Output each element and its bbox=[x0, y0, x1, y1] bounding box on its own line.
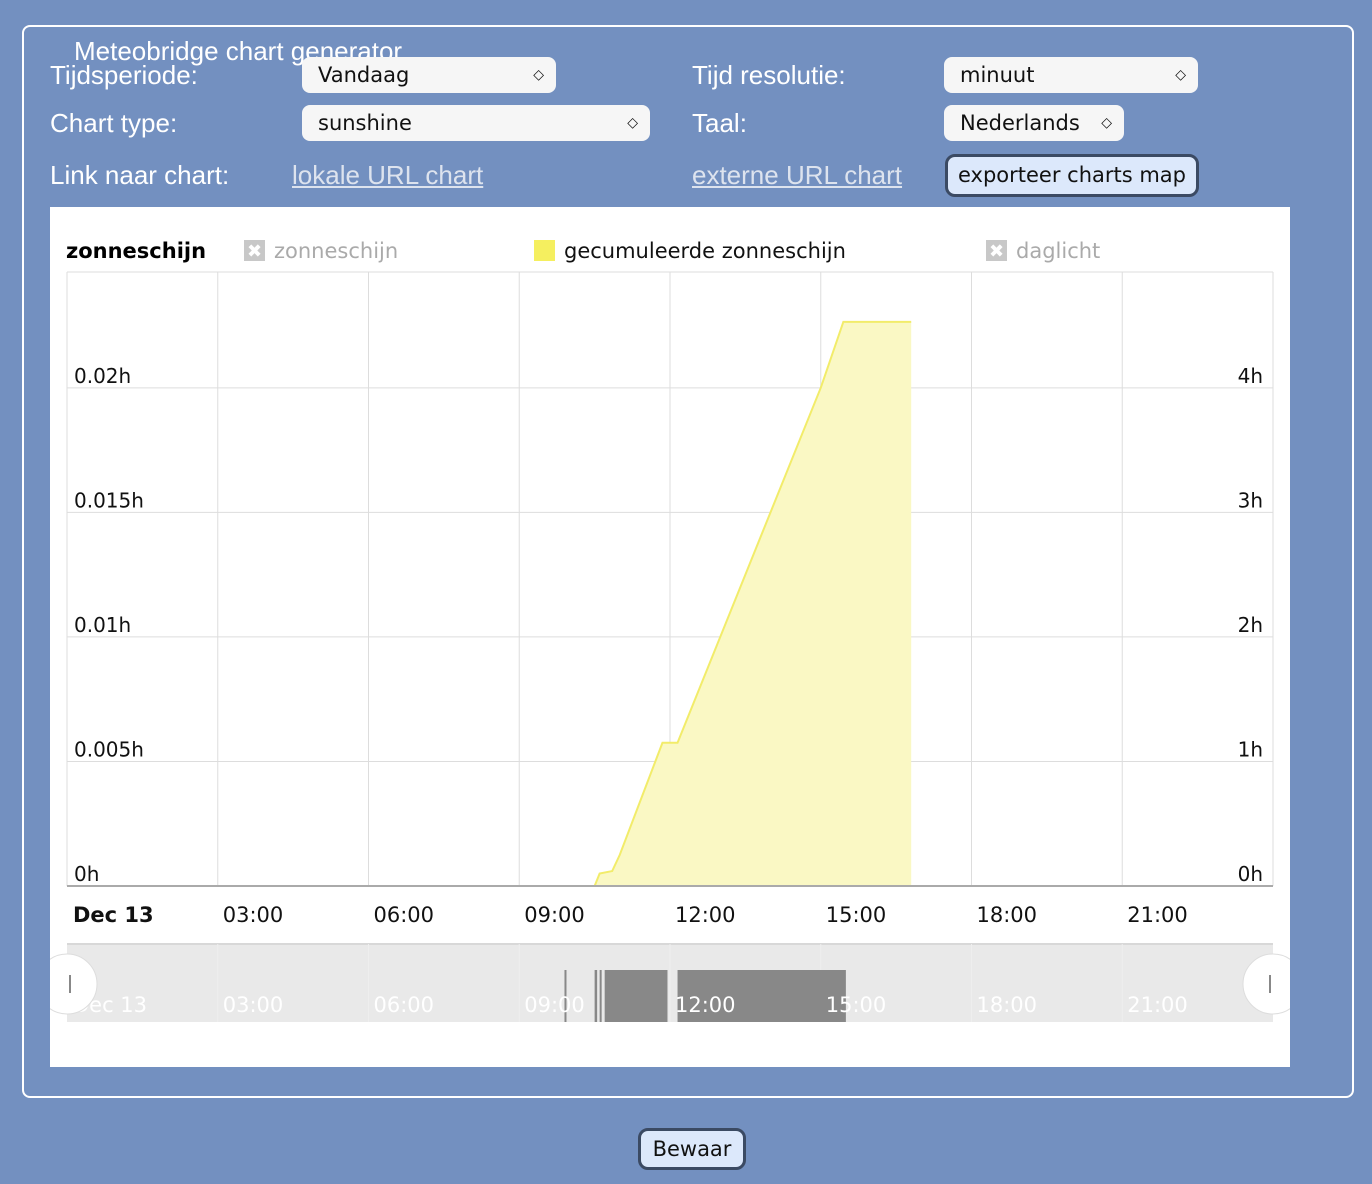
navigator-x-tick: 15:00 bbox=[826, 993, 887, 1017]
legend-disabled-x-icon: ✖ bbox=[247, 241, 262, 262]
legend-swatch bbox=[534, 240, 555, 261]
export-charts-button[interactable]: exporteer charts map bbox=[945, 154, 1199, 197]
x-tick: 18:00 bbox=[977, 903, 1038, 927]
y-left-tick: 0.01h bbox=[74, 613, 131, 637]
y-left-tick: 0.015h bbox=[74, 488, 144, 512]
resolution-value: minuut bbox=[960, 63, 1035, 87]
x-tick: 03:00 bbox=[223, 903, 284, 927]
chevron-updown-icon: ◇ bbox=[1175, 67, 1186, 83]
chevron-updown-icon: ◇ bbox=[627, 115, 638, 131]
legend-item-1[interactable]: gecumuleerde zonneschijn bbox=[564, 239, 846, 263]
navigator-x-tick: 18:00 bbox=[977, 993, 1038, 1017]
y-right-tick: 3h bbox=[1238, 488, 1263, 512]
navigator-sunshine-bar bbox=[594, 970, 598, 1022]
legend-disabled-x-icon: ✖ bbox=[989, 241, 1004, 262]
local-url-link[interactable]: lokale URL chart bbox=[292, 160, 483, 191]
language-label: Taal: bbox=[692, 108, 747, 138]
x-tick: 15:00 bbox=[826, 903, 887, 927]
cumulative-sunshine-area bbox=[564, 321, 912, 886]
external-url-link[interactable]: externe URL chart bbox=[692, 160, 902, 191]
period-label: Tijdsperiode: bbox=[50, 60, 198, 90]
resolution-label: Tijd resolutie: bbox=[692, 60, 846, 90]
navigator-sunshine-bar bbox=[599, 970, 602, 1022]
navigator-sunshine-bar bbox=[604, 970, 668, 1022]
x-tick: 06:00 bbox=[374, 903, 435, 927]
navigator-x-tick: 21:00 bbox=[1127, 993, 1188, 1017]
x-tick: 09:00 bbox=[524, 903, 585, 927]
y-left-tick: 0.02h bbox=[74, 364, 131, 388]
navigator-x-tick: 12:00 bbox=[675, 993, 736, 1017]
period-value: Vandaag bbox=[318, 63, 410, 87]
y-right-tick: 0h bbox=[1238, 862, 1263, 886]
chevron-updown-icon: ◇ bbox=[533, 67, 544, 83]
navigator-x-tick: 03:00 bbox=[223, 993, 284, 1017]
sunshine-chart: zonneschijn ✖ zonneschijn gecumuleerde zonn… bbox=[36, 239, 1304, 1022]
legend-item-0[interactable]: zonneschijn bbox=[274, 239, 398, 263]
navigator-x-tick: 09:00 bbox=[524, 993, 585, 1017]
link-label: Link naar chart: bbox=[50, 160, 230, 190]
charttype-value: sunshine bbox=[318, 111, 412, 135]
language-select[interactable]: Nederlands ◇ bbox=[944, 105, 1124, 141]
y-right-tick: 1h bbox=[1238, 737, 1263, 761]
chart-container: zonneschijn ✖ zonneschijn gecumuleerde zonn… bbox=[36, 207, 1304, 1067]
x-tick: Dec 13 bbox=[73, 903, 154, 927]
x-tick: 12:00 bbox=[675, 903, 736, 927]
resolution-select[interactable]: minuut ◇ bbox=[944, 57, 1198, 93]
y-left-tick: 0h bbox=[74, 862, 99, 886]
charttype-label: Chart type: bbox=[50, 108, 178, 138]
y-left-tick: 0.005h bbox=[74, 737, 144, 761]
language-value: Nederlands bbox=[960, 111, 1080, 135]
x-tick: 21:00 bbox=[1127, 903, 1188, 927]
save-button[interactable]: Bewaar bbox=[638, 1128, 746, 1170]
chevron-updown-icon: ◇ bbox=[1101, 115, 1112, 131]
chart-title: zonneschijn bbox=[66, 239, 206, 263]
period-select[interactable]: Vandaag ◇ bbox=[302, 57, 556, 93]
y-right-tick: 4h bbox=[1238, 364, 1263, 388]
navigator-x-tick: 06:00 bbox=[374, 993, 435, 1017]
y-right-tick: 2h bbox=[1238, 613, 1263, 637]
charttype-select[interactable]: sunshine ◇ bbox=[302, 105, 650, 141]
legend-item-2[interactable]: daglicht bbox=[1016, 239, 1100, 263]
